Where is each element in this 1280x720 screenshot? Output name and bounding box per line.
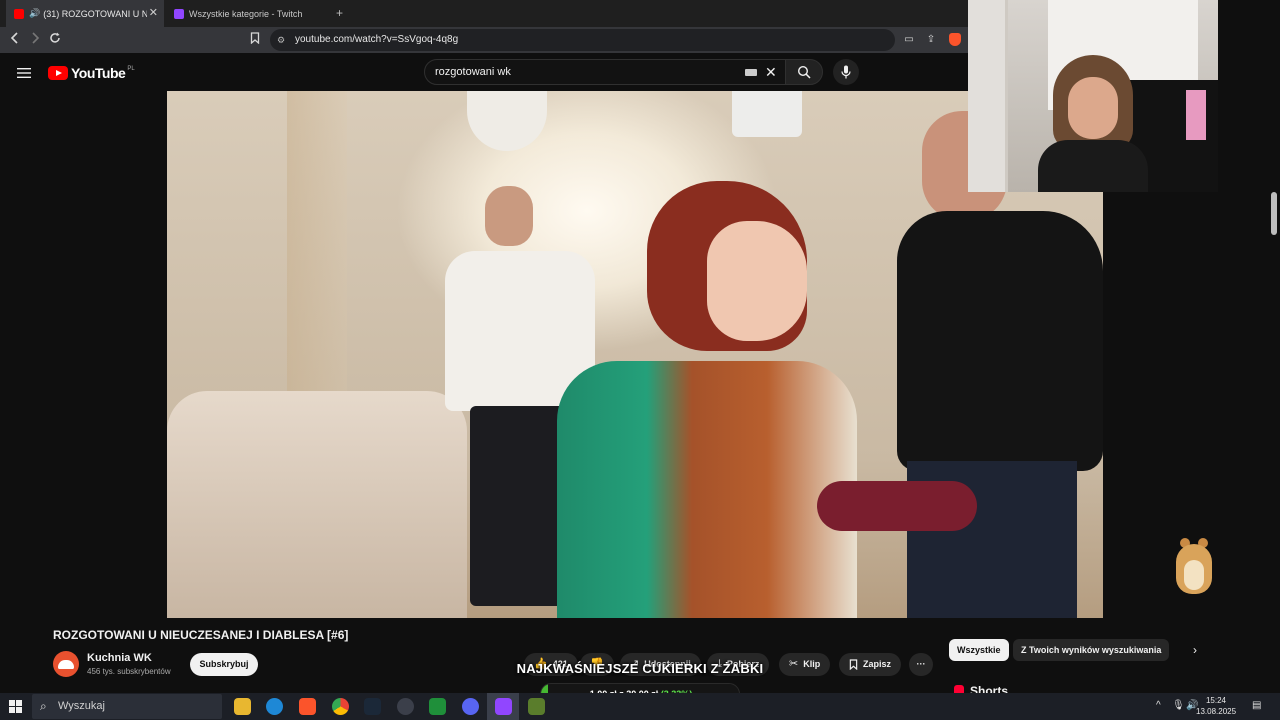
youtube-header: YouTube PL rozgotowani wk ✕: [0, 53, 968, 91]
channel-name[interactable]: Kuchnia WK: [87, 652, 152, 664]
twitch-favicon-icon: [174, 8, 184, 19]
keyboard-icon[interactable]: [745, 69, 757, 76]
more-icon: ···: [916, 659, 926, 669]
youtube-wordmark: YouTube: [71, 65, 126, 81]
share-page-icon[interactable]: ⇪: [922, 31, 940, 49]
forward-arrow-icon: [32, 32, 40, 44]
pink-cloth: [1186, 90, 1206, 140]
chips-next-chevron-icon[interactable]: ›: [1193, 643, 1197, 657]
chrome-icon[interactable]: [332, 698, 349, 715]
country-code: PL: [127, 65, 135, 72]
chip-all[interactable]: Wszystkie: [949, 639, 1009, 661]
video-title: ROZGOTOWANI U NIEUCZESANEJ I DIABLESA [#…: [53, 628, 349, 642]
voice-search-button[interactable]: [833, 59, 859, 85]
back-button[interactable]: [6, 31, 24, 49]
windows-taskbar: ⌕ Wyszukaj: [0, 693, 1280, 720]
donation-goal-title: NAJKWAŚNIEJSZE CUKIERKI Z ŻABKI: [516, 661, 764, 676]
channel-avatar[interactable]: [53, 651, 79, 677]
taskbar-clock[interactable]: 15:24 13.08.2025: [1196, 695, 1236, 717]
taskbar-search-placeholder: Wyszukaj: [58, 700, 105, 712]
edge-icon[interactable]: [266, 698, 283, 715]
microphone-icon: [841, 65, 851, 79]
shelf: [968, 0, 1008, 192]
bookmark-save-icon: [849, 659, 858, 670]
sofa: [167, 391, 467, 618]
streamer-person: [1038, 55, 1148, 192]
woman-in-costume: [557, 181, 977, 618]
search-button[interactable]: [785, 59, 823, 85]
speaker-icon: 🔊: [29, 8, 41, 18]
close-tab-icon[interactable]: ✕: [149, 6, 158, 19]
cast-icon[interactable]: ▭: [900, 31, 918, 49]
youtube-logo[interactable]: YouTube PL: [48, 65, 135, 81]
game-app-icon[interactable]: [528, 698, 545, 715]
back-arrow-icon: [10, 32, 18, 44]
clear-search-icon[interactable]: ✕: [765, 60, 777, 84]
search-icon: ⌕: [40, 699, 47, 713]
search-input[interactable]: rozgotowani wk ✕: [424, 59, 786, 85]
subscribe-button[interactable]: Subskrybuj: [190, 653, 258, 676]
clock-time: 15:24: [1205, 696, 1227, 705]
notifications-icon[interactable]: ▤: [1252, 700, 1261, 711]
tab-title: Wszystkie kategorie - Twitch: [189, 8, 303, 19]
obs-icon[interactable]: [397, 698, 414, 715]
youtube-play-icon: [48, 66, 68, 80]
brave-shield-button[interactable]: [946, 31, 964, 49]
start-button[interactable]: [9, 700, 22, 713]
site-info-icon[interactable]: ⚙: [277, 29, 285, 51]
forward-button[interactable]: [26, 31, 44, 49]
reload-button[interactable]: [46, 31, 64, 49]
search-icon: [797, 65, 811, 79]
steam-icon[interactable]: [364, 698, 381, 715]
bookmark-icon: [250, 32, 260, 45]
youtube-favicon-icon: [14, 8, 24, 19]
taskbar-search[interactable]: ⌕ Wyszukaj: [32, 694, 222, 719]
brave-shield-icon: [949, 33, 961, 46]
tab-title: (31) ROZGOTOWANI U NIEUC: [43, 8, 148, 19]
url-text: youtube.com/watch?v=SsVgoq-4q8g: [295, 34, 459, 45]
ceiling-lamp: [467, 91, 547, 151]
air-conditioner: [732, 91, 802, 137]
save-button[interactable]: Zapisz: [839, 653, 902, 676]
streamer-webcam: [968, 0, 1218, 192]
clip-label: Klip: [803, 659, 821, 669]
menu-button[interactable]: [17, 66, 31, 84]
address-bar[interactable]: ⚙ youtube.com/watch?v=SsVgoq-4q8g: [270, 29, 895, 51]
media-player-icon[interactable]: [429, 698, 446, 715]
clock-date: 13.08.2025: [1196, 707, 1237, 716]
file-explorer-icon[interactable]: [234, 698, 251, 715]
bookmark-button[interactable]: [246, 31, 264, 49]
page-scrollbar[interactable]: [1271, 192, 1277, 235]
new-tab-button[interactable]: +: [336, 6, 343, 20]
search-query: rozgotowani wk: [435, 66, 511, 78]
browser-tab-strip: 🔊 (31) ROZGOTOWANI U NIEUC ✕ Wszystkie k…: [0, 0, 968, 27]
mic-tray-icon[interactable]: 🎙: [1172, 700, 1185, 711]
tray-chevron-icon[interactable]: ^: [1156, 700, 1161, 711]
hamster-sticker: [1170, 532, 1218, 598]
video-player[interactable]: [167, 91, 1103, 618]
reload-icon: [50, 32, 60, 43]
brave-icon[interactable]: [299, 698, 316, 715]
chip-from-search[interactable]: Z Twoich wyników wyszukiwania: [1013, 639, 1170, 661]
discord-icon[interactable]: [462, 698, 479, 715]
subscriber-count: 456 tys. subskrybentów: [87, 667, 171, 676]
save-label: Zapisz: [863, 659, 892, 669]
hamburger-icon: [17, 68, 31, 78]
browser-toolbar: ⚙ youtube.com/watch?v=SsVgoq-4q8g ▭ ⇪: [0, 27, 968, 53]
tab-twitch[interactable]: Wszystkie kategorie - Twitch: [166, 0, 326, 27]
more-actions-button[interactable]: ···: [909, 653, 933, 676]
twitch-app-icon[interactable]: [495, 698, 512, 715]
tab-youtube-video[interactable]: 🔊 (31) ROZGOTOWANI U NIEUC ✕: [6, 0, 164, 27]
scissors-icon: ✂: [789, 658, 799, 670]
